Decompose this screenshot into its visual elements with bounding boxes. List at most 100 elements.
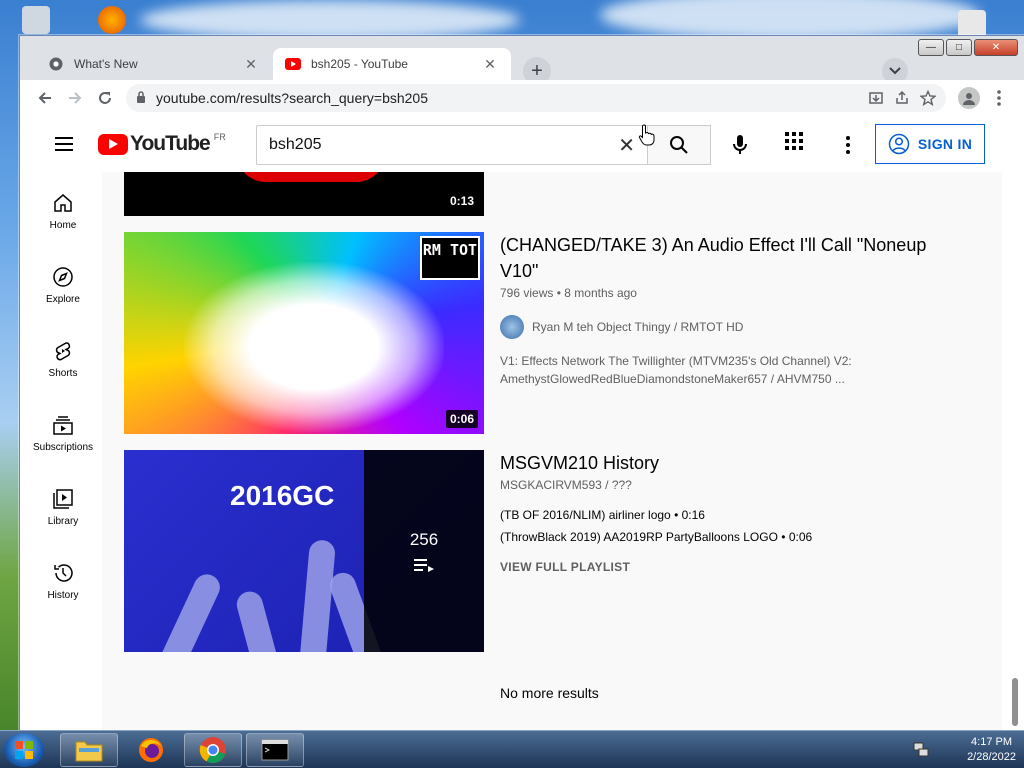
taskbar-chrome[interactable]: [184, 733, 242, 767]
guide-label: Subscriptions: [32, 442, 94, 453]
firefox-icon: [139, 738, 163, 762]
youtube-logo[interactable]: YouTube FR: [98, 132, 226, 156]
logo-text: YouTube: [130, 132, 211, 155]
playlist-item-duration: 0:06: [788, 530, 813, 544]
voice-search-button[interactable]: [720, 125, 760, 165]
search-query: bsh205: [269, 136, 322, 153]
rmtot-logo: RM TOT: [420, 236, 480, 280]
video-meta: 796 views • 8 months ago: [500, 286, 637, 300]
playlist-item-title: (TB OF 2016/NLIM) airliner logo: [500, 508, 671, 522]
share-icon[interactable]: [894, 90, 910, 106]
guide-item-history[interactable]: History: [20, 542, 106, 612]
command-prompt-icon: [261, 739, 289, 761]
home-icon: [54, 194, 72, 212]
chrome-icon: [48, 56, 64, 72]
browser-menu-button[interactable]: [984, 83, 1014, 113]
taskbar-cmd[interactable]: [246, 733, 304, 767]
meta-separator: •: [781, 530, 789, 544]
search-icon: [670, 136, 688, 154]
upload-age: 8 months ago: [564, 286, 637, 300]
apps-grid-icon[interactable]: [785, 132, 811, 158]
system-clock[interactable]: 4:17 PM 2/28/2022: [967, 735, 1016, 765]
no-more-results: No more results: [500, 685, 599, 701]
video-thumbnail[interactable]: RM TOT 0:06: [124, 232, 484, 434]
windows-logo-icon: [15, 741, 33, 759]
close-tab-icon[interactable]: ✕: [481, 56, 499, 73]
video-thumbnail[interactable]: 0:13: [124, 172, 484, 216]
desktop-cloud: [140, 0, 520, 40]
channel-avatar: [500, 315, 524, 339]
sign-in-button[interactable]: SIGN IN: [875, 124, 985, 164]
tab-youtube[interactable]: bsh205 - YouTube ✕: [273, 48, 511, 80]
start-button[interactable]: [4, 733, 44, 767]
hamburger-menu-icon[interactable]: [52, 132, 76, 156]
guide-item-shorts[interactable]: Shorts: [20, 320, 106, 390]
profile-avatar-icon: [958, 87, 980, 109]
tab-title: What's New: [74, 57, 138, 71]
taskbar-explorer[interactable]: [60, 733, 118, 767]
clear-search-icon[interactable]: ✕: [618, 133, 635, 158]
back-button[interactable]: [30, 83, 60, 113]
playlist-title[interactable]: MSGVM210 History: [500, 450, 940, 476]
page-scrollbar[interactable]: [1002, 172, 1024, 730]
compass-icon: [53, 267, 73, 287]
back-arrow-icon: [38, 92, 51, 104]
subscriptions-icon: [53, 416, 73, 435]
thumbnail-graphic: [236, 172, 386, 182]
playlist-count: 256: [409, 530, 439, 549]
guide-item-library[interactable]: Library: [20, 468, 106, 538]
guide-item-explore[interactable]: Explore: [20, 246, 106, 316]
video-description: V1: Effects Network The Twillighter (MTV…: [500, 354, 852, 386]
shorts-icon: [55, 342, 71, 361]
library-icon: [53, 489, 73, 509]
channel-link[interactable]: Ryan M teh Object Thingy / RMTOT HD: [500, 315, 743, 339]
video-title[interactable]: (CHANGED/TAKE 3) An Audio Effect I'll Ca…: [500, 232, 940, 284]
close-tab-icon[interactable]: ✕: [242, 56, 260, 73]
more-options-icon[interactable]: [835, 132, 861, 158]
guide-label: Home: [49, 220, 77, 231]
search-input[interactable]: bsh205 ✕: [256, 125, 648, 165]
playlist-icon: [414, 559, 434, 572]
youtube-favicon-icon: [285, 56, 301, 72]
taskbar-firefox[interactable]: [122, 733, 180, 767]
channel-name: Ryan M teh Object Thingy / RMTOT HD: [532, 320, 744, 334]
network-icon[interactable]: [913, 741, 929, 762]
scrollbar-thumb[interactable]: [1012, 678, 1018, 726]
guide-label: Shorts: [48, 368, 78, 379]
search-button[interactable]: [647, 125, 711, 165]
recycle-bin-icon[interactable]: [22, 6, 50, 34]
tab-whats-new[interactable]: What's New ✕: [36, 48, 272, 80]
guide-label: History: [47, 590, 79, 601]
playlist-item-title: (ThrowBlack 2019) AA2019RP PartyBalloons…: [500, 530, 778, 544]
windows-taskbar: 4:17 PM 2/28/2022: [0, 730, 1024, 768]
tab-title: bsh205 - YouTube: [311, 57, 408, 71]
desktop-file-icon[interactable]: [958, 10, 986, 38]
guide-sidebar: Home Explore Shorts Subscriptions Librar…: [20, 172, 102, 730]
playlist-item[interactable]: (ThrowBlack 2019) AA2019RP PartyBalloons…: [500, 530, 812, 544]
url-text: youtube.com/results?search_query=bsh205: [156, 90, 429, 106]
youtube-play-logo-icon: [98, 133, 128, 155]
firefox-desktop-icon[interactable]: [98, 6, 126, 34]
address-bar[interactable]: youtube.com/results?search_query=bsh205: [126, 84, 946, 112]
lock-icon[interactable]: [136, 90, 146, 106]
view-full-playlist-link[interactable]: VIEW FULL PLAYLIST: [500, 560, 630, 574]
playlist-item[interactable]: (TB OF 2016/NLIM) airliner logo • 0:16: [500, 508, 705, 522]
playlist-overlay: 256: [364, 450, 484, 652]
bookmark-star-icon[interactable]: [920, 90, 936, 106]
profile-button[interactable]: [954, 83, 984, 113]
account-circle-icon: [888, 133, 910, 155]
forward-button[interactable]: [60, 83, 90, 113]
guide-item-subscriptions[interactable]: Subscriptions: [20, 394, 106, 464]
duration-badge: 0:06: [445, 410, 478, 428]
reload-button[interactable]: [90, 83, 120, 113]
youtube-page: YouTube FR bsh205 ✕ SIGN IN Home Explore…: [20, 116, 1024, 730]
microphone-icon: [733, 135, 747, 154]
playlist-channel[interactable]: MSGKACIRVM593 / ???: [500, 478, 632, 492]
install-icon[interactable]: [868, 90, 884, 106]
clock-date: 2/28/2022: [967, 751, 1016, 763]
guide-item-home[interactable]: Home: [20, 172, 106, 242]
clock-time: 4:17 PM: [971, 736, 1013, 748]
tab-strip: What's New ✕ bsh205 - YouTube ✕ +: [20, 44, 1024, 85]
playlist-thumbnail[interactable]: 2016GC 256: [124, 450, 484, 652]
duration-badge: 0:13: [445, 192, 478, 210]
